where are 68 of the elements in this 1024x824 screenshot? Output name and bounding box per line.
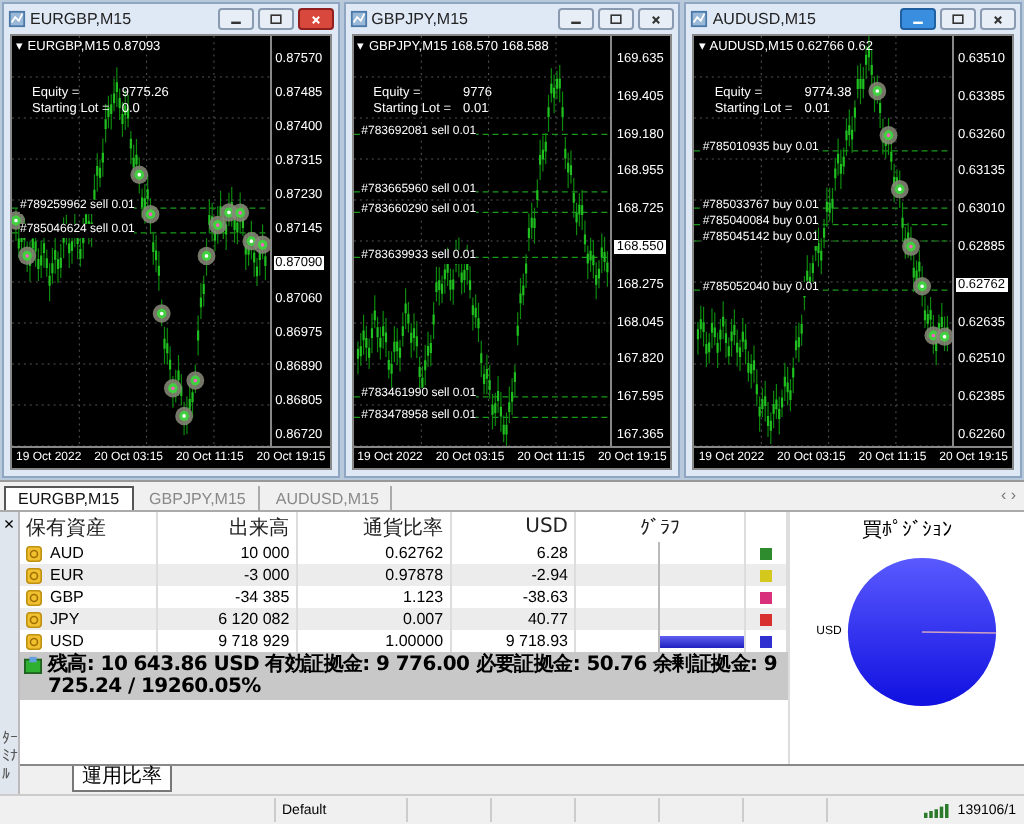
trade-marker <box>18 246 37 266</box>
minimize-button[interactable] <box>217 8 254 30</box>
trade-marker <box>141 204 160 224</box>
maximize-icon <box>608 11 625 27</box>
close-button[interactable]: × <box>3 516 15 534</box>
chart-window-icon <box>690 10 709 28</box>
minimize-button[interactable] <box>558 8 595 30</box>
connection-icon <box>923 803 952 817</box>
trade-marker <box>891 179 910 199</box>
trade-marker <box>902 237 921 256</box>
terminal-label: ﾀｰﾐﾅﾙ <box>1 730 17 784</box>
coin-icon <box>26 545 42 561</box>
bottom-tab[interactable]: 運用比率 <box>72 766 172 792</box>
table-cell: JPY <box>50 610 80 628</box>
trade-marker <box>186 371 205 390</box>
close-button[interactable] <box>297 8 334 30</box>
maximize-icon <box>950 11 967 27</box>
trade-marker <box>913 277 932 296</box>
coin-icon <box>26 611 42 627</box>
trade-marker <box>880 125 899 145</box>
trade-marker <box>175 406 193 426</box>
window-title: EURGBP,M15 <box>30 10 134 28</box>
maximize-button[interactable] <box>598 8 635 30</box>
table-cell: 0.97878 <box>296 564 451 586</box>
trade-marker <box>231 203 250 223</box>
close-button[interactable] <box>980 8 1017 30</box>
trade-marker <box>197 246 216 266</box>
pie-title: 買ﾎﾟｼﾞｼｮﾝ <box>862 517 952 544</box>
tab-scroll-button[interactable]: ‹ › <box>1000 486 1016 506</box>
close-icon <box>990 11 1007 27</box>
close-button[interactable] <box>638 8 675 30</box>
maximize-icon <box>267 11 284 27</box>
chart-tab[interactable]: EURGBP,M15 <box>4 486 134 510</box>
coin-icon <box>26 567 42 583</box>
trade-marker <box>208 215 227 235</box>
table-cell: -2.94 <box>450 564 575 586</box>
trade-marker <box>130 165 149 184</box>
column-header[interactable]: ｸﾞﾗﾌ <box>575 512 745 542</box>
table-cell: 40.77 <box>450 608 575 630</box>
window-title: AUDUSD,M15 <box>712 10 818 28</box>
column-header[interactable]: 保有資産 <box>20 512 157 542</box>
wallet-icon <box>24 656 42 674</box>
column-header[interactable]: 通貨比率 <box>296 512 451 542</box>
trade-marker <box>253 235 270 255</box>
column-header[interactable]: 出来高 <box>157 512 297 542</box>
chart-window-icon <box>8 10 26 28</box>
maximize-button[interactable] <box>940 8 977 30</box>
table-cell: -3 000 <box>157 564 297 586</box>
maximize-button[interactable] <box>257 8 294 30</box>
trade-marker <box>152 304 171 323</box>
chart-window-icon <box>349 10 368 28</box>
table-cell: 0.007 <box>296 608 451 630</box>
table-cell: EUR <box>50 566 84 584</box>
window-title: GBPJPY,M15 <box>371 10 470 28</box>
table-cell: GBP <box>50 588 84 606</box>
coin-icon <box>26 589 42 605</box>
coin-icon <box>26 633 42 649</box>
column-header[interactable]: USD <box>450 512 575 542</box>
minimize-button[interactable] <box>900 8 937 30</box>
table-cell: 6 120 082 <box>157 608 297 630</box>
account-summary: 残高: 10 643.86 USD 有効証拠金: 9 776.00 必要証拠金: 50.76 余剰証拠金: 9 725.24 / 19260.05% <box>48 654 780 698</box>
table-cell: AUD <box>50 544 84 562</box>
close-icon <box>307 11 324 27</box>
table-cell: USD <box>50 632 84 650</box>
trade-marker <box>936 327 953 346</box>
close-icon <box>648 11 665 27</box>
trade-marker <box>164 379 182 398</box>
trade-marker <box>869 81 887 101</box>
